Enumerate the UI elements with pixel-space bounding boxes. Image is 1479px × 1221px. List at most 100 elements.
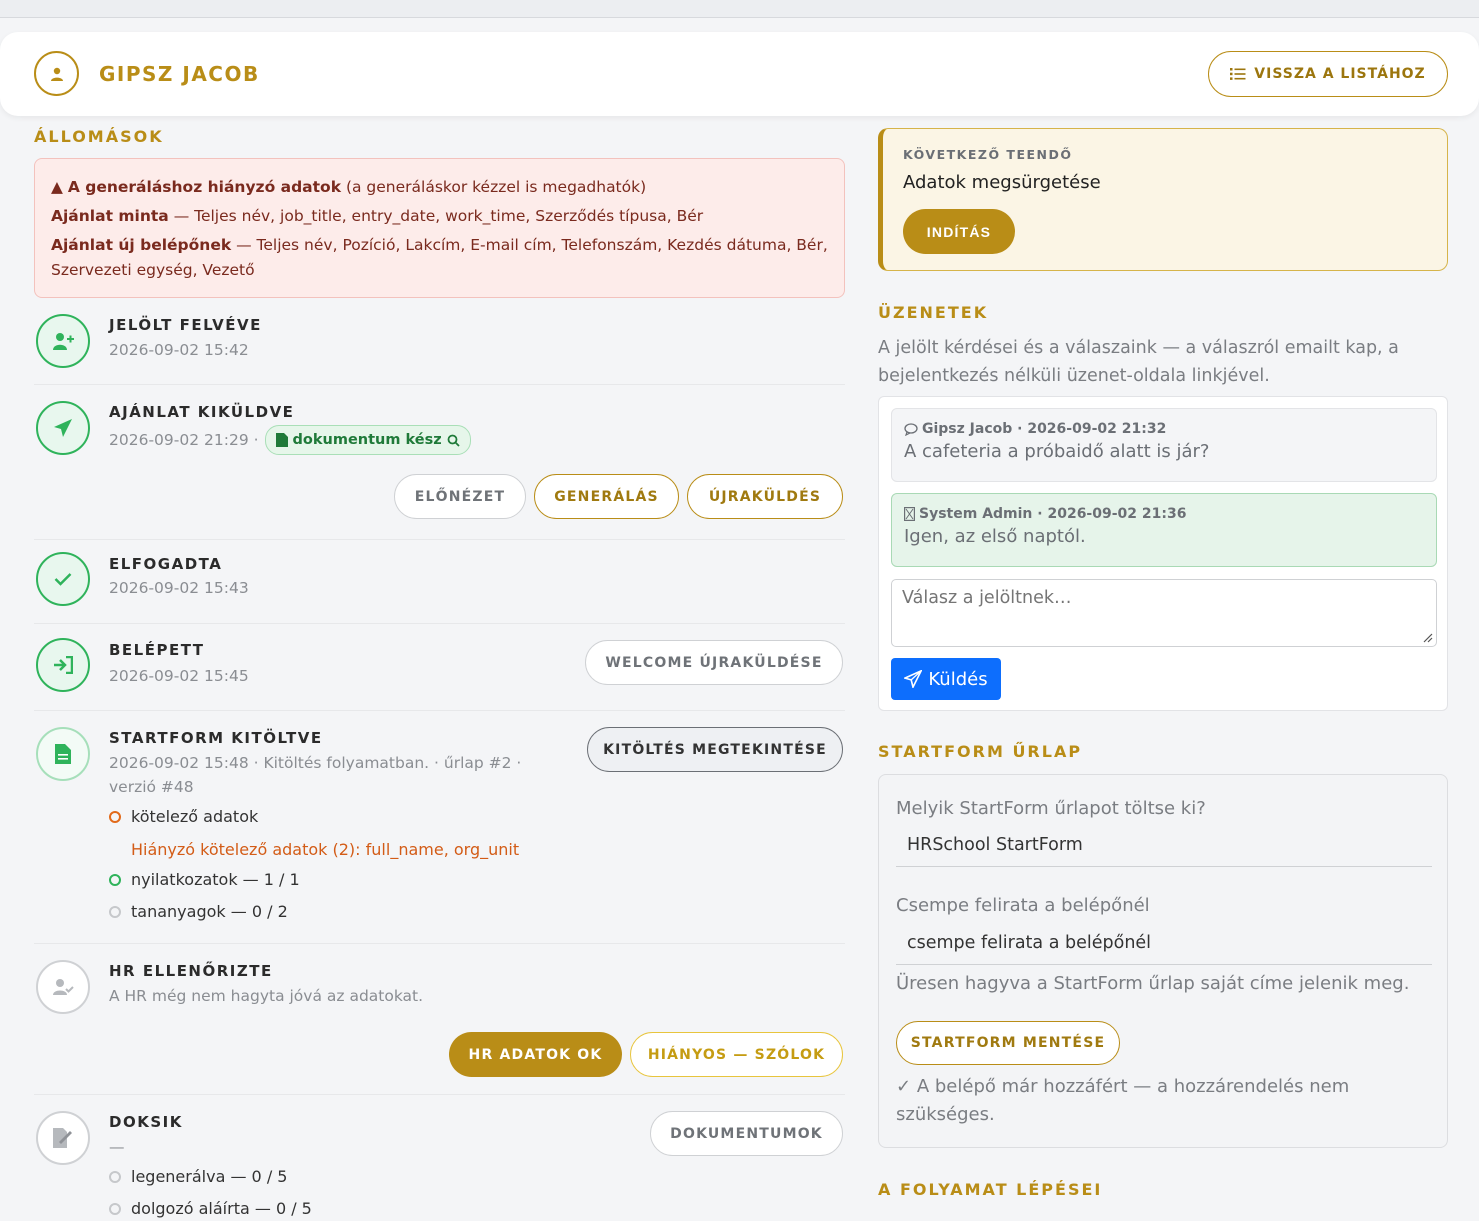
tile-label: Csempe felirata a belépőnél xyxy=(896,895,1150,916)
send-button[interactable]: Küldés xyxy=(891,658,1001,700)
message-meta: Gipsz Jacob · 2026-09-02 21:32 xyxy=(904,421,1424,437)
checklist-item: legenerálva — 0 / 5 xyxy=(109,1167,287,1186)
missing-data-alert: ▲ A generáláshoz hiányzó adatok (a gener… xyxy=(34,158,845,298)
form-select[interactable]: HRSchool StartForm xyxy=(896,827,1432,867)
step-date: 2026-09-02 15:43 xyxy=(109,579,249,597)
resize-grip-icon[interactable] xyxy=(1423,633,1433,643)
sign-in-icon xyxy=(36,638,90,692)
document-ready-label: dokumentum kész xyxy=(292,432,442,448)
status-dot-icon xyxy=(109,810,121,823)
incomplete-notify-button[interactable]: HIÁNYOS — SZÓLOK xyxy=(630,1032,843,1077)
step-title: AJÁNLAT KIKÜLDVE xyxy=(109,403,295,421)
step-candidate-added: JELÖLT FELVÉVE 2026-09-02 15:42 xyxy=(34,310,845,385)
preview-button[interactable]: ELŐNÉZET xyxy=(394,474,526,519)
checklist-item: nyilatkozatok — 1 / 1 xyxy=(109,870,300,889)
send-label: Küldés xyxy=(928,668,988,690)
tile-hint: Üresen hagyva a StartForm űrlap saját cí… xyxy=(896,973,1410,994)
step-title: BELÉPETT xyxy=(109,641,205,659)
step-detail-line: 2026-09-02 15:48 · Kitöltés folyamatban.… xyxy=(109,754,522,772)
alert-headline: A generáláshoz hiányzó adatok xyxy=(67,178,342,196)
alert-template-name: Ajánlat új belépőnek xyxy=(51,236,232,254)
step-note: A HR még nem hagyta jóvá az adatokat. xyxy=(109,987,424,1005)
step-date: 2026-09-02 15:42 xyxy=(109,341,249,359)
welcome-resend-button[interactable]: WELCOME ÚJRAKÜLDÉSE xyxy=(585,640,843,685)
message-bubble: Gipsz Jacob · 2026-09-02 21:32 A cafeter… xyxy=(891,408,1437,482)
step-hr-checked: HR ELLENŐRIZTE A HR még nem hagyta jóvá … xyxy=(34,944,845,1095)
step-title: JELÖLT FELVÉVE xyxy=(109,316,262,334)
hourglass-icon xyxy=(904,507,915,521)
user-check-icon xyxy=(36,960,90,1014)
startform-title: STARTFORM ŰRLAP xyxy=(878,742,1083,761)
step-meta: 2026-09-02 21:29 · dokumentum kész xyxy=(109,425,471,455)
status-dot-icon xyxy=(109,1170,121,1183)
file-signature-icon xyxy=(36,1111,90,1165)
paper-plane-icon xyxy=(904,670,923,688)
document-ready-badge[interactable]: dokumentum kész xyxy=(264,425,471,455)
step-dash: — xyxy=(109,1138,125,1156)
message-text: A cafeteria a próbaidő alatt is jár? xyxy=(904,441,1210,462)
checklist-label: kötelező adatok xyxy=(131,807,259,826)
startform-note: ✓ A belépő már hozzáfért — a hozzárendel… xyxy=(896,1073,1436,1129)
step-date: 2026-09-02 21:29 · xyxy=(109,431,259,449)
file-icon xyxy=(36,727,90,781)
page-header: GIPSZ JACOB VISSZA A LISTÁHOZ xyxy=(0,32,1479,116)
step-date: 2026-09-02 15:45 xyxy=(109,667,249,685)
resend-button[interactable]: ÚJRAKÜLDÉS xyxy=(687,474,843,519)
startform-save-button[interactable]: STARTFORM MENTÉSE xyxy=(896,1021,1120,1065)
back-to-list-button[interactable]: VISSZA A LISTÁHOZ xyxy=(1208,51,1448,97)
step-detail: 2026-09-02 15:48 · Kitöltés folyamatban.… xyxy=(109,751,549,799)
message-meta-text: Gipsz Jacob · 2026-09-02 21:32 xyxy=(922,421,1167,437)
message-meta-text: System Admin · 2026-09-02 21:36 xyxy=(919,506,1187,522)
list-icon xyxy=(1230,68,1246,80)
alert-headline-note: (a generáláskor kézzel is megadhatók) xyxy=(345,178,647,196)
step-entered: BELÉPETT 2026-09-02 15:45 WELCOME ÚJRAKÜ… xyxy=(34,624,845,711)
next-task-label: KÖVETKEZŐ TEENDŐ xyxy=(903,147,1073,162)
check-icon: ✓ xyxy=(896,1076,912,1097)
avatar xyxy=(34,51,79,96)
checklist-label: nyilatkozatok — 1 / 1 xyxy=(131,870,300,889)
message-meta: System Admin · 2026-09-02 21:36 xyxy=(904,506,1424,522)
checklist-label: legenerálva — 0 / 5 xyxy=(131,1167,288,1186)
status-dot-icon xyxy=(109,1202,121,1215)
page-title: GIPSZ JACOB xyxy=(99,62,260,86)
step-title: ELFOGADTA xyxy=(109,555,223,573)
step-title: DOKSIK xyxy=(109,1113,183,1131)
form-question-label: Melyik StartForm űrlapot töltse ki? xyxy=(896,798,1206,819)
checklist-item: dolgozó aláírta — 0 / 5 xyxy=(109,1199,312,1218)
messages-panel: Gipsz Jacob · 2026-09-02 21:32 A cafeter… xyxy=(878,396,1448,711)
checklist-label: dolgozó aláírta — 0 / 5 xyxy=(131,1199,312,1218)
status-dot-icon xyxy=(109,873,121,886)
alert-template-name: Ajánlat minta xyxy=(51,207,169,225)
user-icon xyxy=(50,67,63,81)
step-accepted: ELFOGADTA 2026-09-02 15:43 xyxy=(34,540,845,624)
checklist-item: tananyagok — 0 / 2 xyxy=(109,902,288,921)
paper-plane-icon xyxy=(36,401,90,455)
message-bubble: System Admin · 2026-09-02 21:36 Igen, az… xyxy=(891,493,1437,567)
message-text: Igen, az első naptól. xyxy=(904,526,1086,547)
messages-intro: A jelölt kérdései és a válaszaink — a vá… xyxy=(878,338,1399,386)
view-filling-button[interactable]: KITÖLTÉS MEGTEKINTÉSE xyxy=(587,727,843,772)
search-icon xyxy=(447,434,460,447)
documents-button[interactable]: DOKUMENTUMOK xyxy=(650,1111,843,1156)
messages-title: ÜZENETEK xyxy=(878,303,989,322)
reply-input[interactable] xyxy=(891,579,1437,647)
step-title: HR ELLENŐRIZTE xyxy=(109,962,273,980)
checklist-label: tananyagok — 0 / 2 xyxy=(131,902,288,921)
comment-icon xyxy=(904,422,918,436)
step-title: STARTFORM KITÖLTVE xyxy=(109,729,323,747)
next-task-title: Adatok megsürgetése xyxy=(903,172,1101,193)
start-button[interactable]: INDÍTÁS xyxy=(903,209,1015,254)
step-startform-filled: STARTFORM KITÖLTVE 2026-09-02 15:48 · Ki… xyxy=(34,711,845,944)
step-offer-sent: AJÁNLAT KIKÜLDVE 2026-09-02 21:29 · doku… xyxy=(34,385,845,540)
hr-data-ok-button[interactable]: HR ADATOK OK xyxy=(449,1032,622,1077)
status-dot-icon xyxy=(109,905,121,918)
startform-note-text: A belépő már hozzáfért — a hozzárendelés… xyxy=(896,1076,1350,1125)
next-task-card: KÖVETKEZŐ TEENDŐ Adatok megsürgetése IND… xyxy=(878,128,1448,271)
step-documents: DOKSIK — DOKUMENTUMOK legenerálva — 0 / … xyxy=(34,1095,845,1221)
back-button-label: VISSZA A LISTÁHOZ xyxy=(1254,66,1426,82)
tile-input[interactable]: csempe felirata a belépőnél xyxy=(896,925,1432,965)
pdf-file-icon xyxy=(275,433,288,447)
missing-fields-text: Hiányzó kötelező adatok (2): full_name, … xyxy=(131,840,520,859)
generate-button[interactable]: GENERÁLÁS xyxy=(534,474,679,519)
warning-icon: ▲ xyxy=(51,178,63,196)
